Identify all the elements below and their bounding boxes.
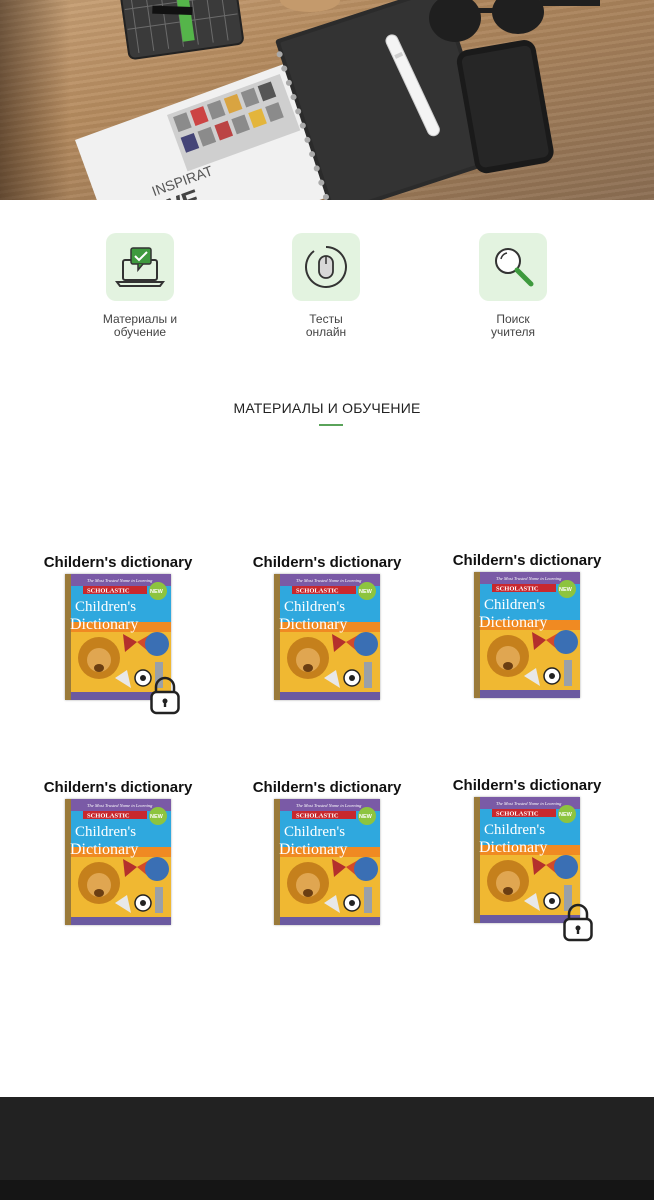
- feature-teacher-search-label: Поиск учителя: [490, 312, 536, 339]
- section-title: МАТЕРИАЛЫ И ОБУЧЕНИЕ: [233, 400, 421, 416]
- svg-text:Dictionary: Dictionary: [70, 841, 138, 858]
- feature-materials[interactable]: Материалы и обучение: [70, 233, 210, 339]
- svg-text:Children's: Children's: [484, 597, 545, 613]
- feature-tests[interactable]: Тесты онлайн: [256, 233, 396, 339]
- svg-text:Dictionary: Dictionary: [279, 616, 347, 633]
- laptop-check-icon: [106, 233, 174, 301]
- book-card[interactable]: Childern's dictionary The Most Trusted N…: [28, 779, 208, 925]
- svg-text:The Most Trusted Name in Learn: The Most Trusted Name in Learning: [87, 803, 153, 808]
- book-title: Childern's dictionary: [452, 552, 602, 569]
- book-card[interactable]: Childern's dictionary The Most Trusted N…: [437, 777, 617, 942]
- hero-desk-illustration: INSPIRAT WE: [75, 0, 600, 200]
- book-title: Childern's dictionary: [252, 779, 402, 796]
- svg-text:Children's: Children's: [284, 599, 345, 615]
- svg-text:Children's: Children's: [75, 599, 136, 615]
- svg-text:SCHOLASTIC: SCHOLASTIC: [296, 588, 339, 595]
- book-cover-image[interactable]: The Most Trusted Name in Learning SCHOLA…: [65, 799, 171, 925]
- svg-text:NEW: NEW: [359, 814, 373, 820]
- svg-text:Children's: Children's: [284, 824, 345, 840]
- svg-text:The Most Trusted Name in Learn: The Most Trusted Name in Learning: [496, 801, 562, 806]
- svg-text:The Most Trusted Name in Learn: The Most Trusted Name in Learning: [87, 578, 153, 583]
- book-title: Childern's dictionary: [452, 777, 602, 794]
- book-card[interactable]: Childern's dictionary The Most Trusted N…: [237, 779, 417, 925]
- svg-text:Children's: Children's: [75, 824, 136, 840]
- svg-text:Dictionary: Dictionary: [479, 614, 547, 631]
- svg-text:SCHOLASTIC: SCHOLASTIC: [87, 813, 130, 820]
- book-cover-image[interactable]: The Most Trusted Name in Learning SCHOLA…: [474, 572, 580, 698]
- svg-text:SCHOLASTIC: SCHOLASTIC: [496, 586, 539, 593]
- book-title: Childern's dictionary: [43, 554, 193, 571]
- svg-text:NEW: NEW: [150, 589, 164, 595]
- footer: [0, 1097, 654, 1180]
- svg-text:The Most Trusted Name in Learn: The Most Trusted Name in Learning: [496, 576, 562, 581]
- svg-text:SCHOLASTIC: SCHOLASTIC: [296, 813, 339, 820]
- svg-text:NEW: NEW: [559, 587, 573, 593]
- book-title: Childern's dictionary: [252, 554, 402, 571]
- svg-text:NEW: NEW: [150, 814, 164, 820]
- svg-text:SCHOLASTIC: SCHOLASTIC: [87, 588, 130, 595]
- lock-icon: [149, 676, 181, 721]
- book-card[interactable]: Childern's dictionary The Most Trusted N…: [437, 552, 617, 698]
- svg-text:Dictionary: Dictionary: [479, 839, 547, 856]
- feature-materials-label: Материалы и обучение: [102, 312, 178, 339]
- svg-text:The Most Trusted Name in Learn: The Most Trusted Name in Learning: [296, 803, 362, 808]
- book-cover-image[interactable]: The Most Trusted Name in Learning SCHOLA…: [274, 574, 380, 700]
- feature-tests-label: Тесты онлайн: [305, 312, 347, 339]
- svg-text:NEW: NEW: [559, 812, 573, 818]
- lock-icon: [562, 903, 594, 948]
- book-cover-image[interactable]: The Most Trusted Name in Learning SCHOLA…: [274, 799, 380, 925]
- mouse-icon: [292, 233, 360, 301]
- svg-text:Dictionary: Dictionary: [70, 616, 138, 633]
- magnifier-icon: [479, 233, 547, 301]
- svg-text:SCHOLASTIC: SCHOLASTIC: [496, 811, 539, 818]
- svg-text:The Most Trusted Name in Learn: The Most Trusted Name in Learning: [296, 578, 362, 583]
- footer-bottom-bar: [0, 1180, 654, 1200]
- book-card[interactable]: Childern's dictionary The Most Trusted N…: [28, 554, 208, 715]
- feature-teacher-search[interactable]: Поиск учителя: [443, 233, 583, 339]
- hero-banner: INSPIRAT WE: [0, 0, 654, 200]
- svg-text:Children's: Children's: [484, 822, 545, 838]
- book-title: Childern's dictionary: [43, 779, 193, 796]
- svg-text:Dictionary: Dictionary: [279, 841, 347, 858]
- book-card[interactable]: Childern's dictionary The Most Trusted N…: [237, 554, 417, 700]
- svg-text:NEW: NEW: [359, 589, 373, 595]
- section-title-underline: [319, 424, 343, 426]
